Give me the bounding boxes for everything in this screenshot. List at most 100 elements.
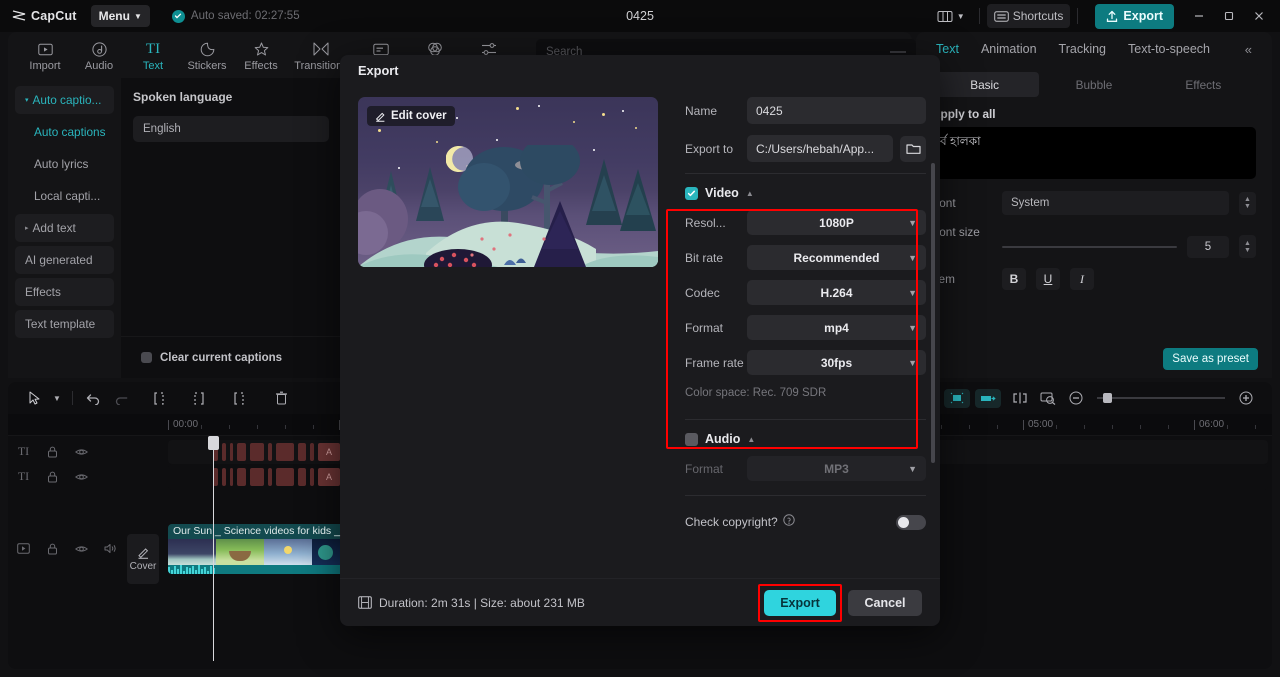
layout-button[interactable]: ▼ [930, 4, 972, 28]
sidebar-item-text-template[interactable]: Text template [15, 310, 114, 338]
clear-icon[interactable] [890, 51, 906, 53]
split-button[interactable] [147, 386, 175, 410]
sidebar-item-auto-captions[interactable]: Auto captions [15, 118, 114, 146]
zoom-in-button[interactable] [1232, 386, 1260, 410]
delete-button[interactable] [267, 386, 295, 410]
audio-checkbox[interactable] [685, 432, 698, 446]
star [496, 139, 498, 141]
segment-basic[interactable]: Basic [930, 72, 1040, 97]
help-circle-icon[interactable] [783, 513, 795, 531]
folder-icon[interactable] [900, 135, 926, 162]
lock-icon[interactable] [45, 444, 60, 459]
resolution-select[interactable]: 1080P ▼ [747, 210, 926, 235]
tab-text-properties[interactable]: Text [936, 42, 959, 56]
framerate-select[interactable]: 30fps ▼ [747, 350, 926, 375]
cover-button[interactable]: Cover [127, 534, 159, 584]
tab-text-to-speech[interactable]: Text-to-speech [1128, 42, 1210, 56]
lock-icon[interactable] [45, 541, 60, 556]
zoom-slider-knob[interactable] [1103, 393, 1112, 403]
trim-right-button[interactable] [227, 386, 255, 410]
segment-bubble[interactable]: Bubble [1039, 72, 1148, 97]
speed-button[interactable] [975, 388, 1001, 408]
export-to-input[interactable]: C:/Users/hebah/App... [747, 135, 893, 162]
name-input[interactable]: 0425 [747, 97, 926, 124]
font-size-slider[interactable] [1002, 245, 1177, 248]
sidebar-item-ai-generated[interactable]: AI generated [15, 246, 114, 274]
keyframe-button[interactable] [1006, 386, 1034, 410]
sidebar-item-auto-captions-group[interactable]: ▾ Auto captio... [15, 86, 114, 114]
text-content-textarea[interactable]: র্ব হালকা [932, 127, 1256, 179]
select-tool-button[interactable] [20, 386, 48, 410]
volume-icon[interactable] [103, 541, 118, 556]
undo-button[interactable] [79, 386, 107, 410]
clear-captions-row[interactable]: Clear current captions [121, 336, 341, 378]
tool-dropdown-button[interactable]: ▼ [48, 386, 66, 410]
crop-button[interactable] [944, 388, 970, 408]
tab-tracking[interactable]: Tracking [1059, 42, 1106, 56]
trim-left-button[interactable] [187, 386, 215, 410]
italic-button[interactable]: I [1070, 268, 1094, 290]
eye-icon[interactable] [74, 541, 89, 556]
font-select[interactable]: System [1002, 191, 1229, 215]
save-as-preset-button[interactable]: Save as preset [1163, 348, 1258, 370]
tab-audio[interactable]: Audio [72, 39, 126, 72]
clear-captions-checkbox[interactable] [141, 352, 152, 363]
sidebar-item-add-text[interactable]: ▸ Add text [15, 214, 114, 242]
ruler-tick: 00:00 [167, 419, 199, 430]
cancel-button[interactable]: Cancel [848, 589, 922, 616]
star [378, 129, 381, 132]
dialog-scrollbar[interactable] [931, 163, 935, 463]
bitrate-select[interactable]: Recommended ▼ [747, 245, 926, 270]
tab-import[interactable]: Import [18, 39, 72, 72]
spoken-language-select[interactable]: English [133, 116, 329, 142]
check-copyright-toggle[interactable] [896, 514, 926, 530]
segment-effects[interactable]: Effects [1149, 72, 1258, 97]
export-button-titlebar[interactable]: Export [1095, 3, 1174, 29]
lock-icon[interactable] [45, 469, 60, 484]
font-size-value[interactable]: 5 [1187, 235, 1229, 258]
sidebar-item-local-captions[interactable]: Local capti... [15, 182, 114, 210]
video-checkbox[interactable] [685, 186, 698, 200]
tab-effects[interactable]: Effects [234, 39, 288, 72]
zoom-out-button[interactable] [1062, 386, 1090, 410]
caret-up-icon[interactable]: ▲ [747, 435, 755, 444]
edit-cover-button[interactable]: Edit cover [367, 106, 455, 126]
apply-to-all-label[interactable]: Apply to all [916, 97, 1272, 127]
caret-up-icon[interactable]: ▲ [746, 189, 754, 198]
font-stepper[interactable]: ▲ ▼ [1239, 191, 1256, 215]
stickers-icon [200, 41, 215, 58]
tab-stickers[interactable]: Stickers [180, 39, 234, 72]
font-size-stepper[interactable]: ▲ ▼ [1239, 235, 1256, 258]
color-space-text: Color space: Rec. 709 SDR [685, 387, 827, 399]
tab-text[interactable]: TI Text [126, 39, 180, 72]
menu-button[interactable]: Menu ▼ [90, 5, 150, 27]
close-button[interactable] [1244, 1, 1274, 31]
playhead[interactable] [208, 436, 219, 661]
audio-section-header[interactable]: Audio ▲ [685, 420, 926, 456]
eye-icon[interactable] [74, 444, 89, 459]
playhead-handle[interactable] [208, 436, 219, 450]
sidebar-item-effects[interactable]: Effects [15, 278, 114, 306]
film-icon [358, 596, 372, 609]
close-icon [1255, 12, 1263, 20]
bold-button[interactable]: B [1002, 268, 1026, 290]
zoom-slider[interactable] [1097, 393, 1225, 403]
eye-icon[interactable] [74, 469, 89, 484]
underline-button[interactable]: U [1036, 268, 1060, 290]
dialog-body: Edit cover Name 0425 Export to C:/Users/… [340, 85, 940, 578]
tab-animation[interactable]: Animation [981, 42, 1037, 56]
shortcuts-button[interactable]: Shortcuts [986, 4, 1071, 28]
chevron-double-left-icon[interactable]: « [1245, 42, 1252, 57]
format-select[interactable]: mp4 ▼ [747, 315, 926, 340]
redo-button[interactable] [107, 386, 135, 410]
video-section-header[interactable]: Video ▲ [685, 174, 926, 210]
sidebar-item-auto-lyrics[interactable]: Auto lyrics [15, 150, 114, 178]
codec-select[interactable]: H.264 ▼ [747, 280, 926, 305]
thumbnail-button[interactable] [1034, 386, 1062, 410]
minimize-button[interactable] [1184, 1, 1214, 31]
export-confirm-button[interactable]: Export [764, 589, 836, 616]
audio-format-select[interactable]: MP3 ▼ [747, 456, 926, 481]
maximize-button[interactable] [1214, 1, 1244, 31]
effects-icon [254, 41, 269, 58]
cover-preview-image[interactable]: Edit cover [358, 97, 658, 267]
